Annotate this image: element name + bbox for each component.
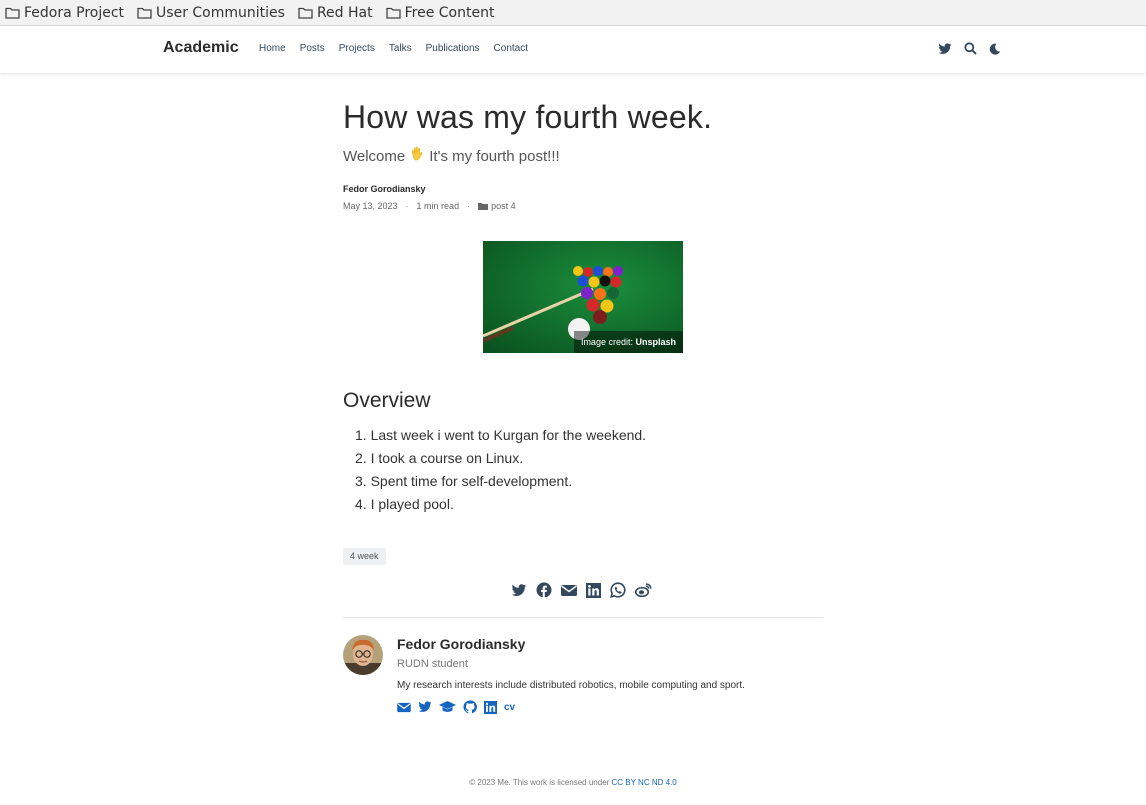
read-time: 1 min read (416, 201, 460, 212)
image-credit-source[interactable]: Unsplash (635, 337, 676, 347)
section-heading: Overview (343, 389, 431, 412)
envelope-icon[interactable] (397, 702, 411, 713)
nav-home[interactable]: Home (259, 43, 286, 54)
post-author[interactable]: Fedor Gorodiansky (343, 184, 823, 194)
graduation-cap-icon[interactable] (439, 701, 456, 713)
overview-list: 1. Last week i went to Kurgan for the we… (355, 424, 646, 516)
list-item: 2. I took a course on Linux. (355, 450, 524, 466)
nav-talks[interactable]: Talks (389, 43, 412, 54)
nav-links: Home Posts Projects Talks Publications C… (259, 43, 542, 54)
bookmark-label: User Communities (156, 4, 285, 21)
bookmark-label: Red Hat (316, 4, 373, 21)
site-footer: © 2023 Me. This work is licensed under C… (0, 778, 1146, 787)
nav-icons (938, 42, 1013, 55)
weibo-icon[interactable] (635, 583, 652, 597)
nav-contact[interactable]: Contact (494, 43, 528, 54)
linkedin-icon[interactable] (586, 582, 601, 598)
folder-icon (385, 7, 401, 19)
twitter-icon[interactable] (938, 42, 952, 55)
whatsapp-icon[interactable] (610, 582, 626, 598)
moon-icon[interactable] (989, 43, 1001, 55)
nav-projects[interactable]: Projects (339, 43, 375, 54)
share-bar (511, 582, 661, 598)
folder-icon (478, 203, 489, 211)
divider (343, 617, 823, 618)
nav-posts[interactable]: Posts (300, 43, 325, 54)
list-item: 4. I played pool. (355, 496, 454, 512)
license-link[interactable]: CC BY NC ND 4.0 (612, 778, 677, 787)
page-title: How was my fourth week. (343, 99, 713, 135)
bookmark-fedora-project[interactable]: Fedora Project (5, 5, 124, 21)
author-links: cv (397, 700, 522, 714)
author-name[interactable]: Fedor Gorodiansky (397, 636, 525, 652)
envelope-icon[interactable] (561, 584, 577, 597)
meta-separator: · (405, 201, 409, 212)
site-navbar: Academic Home Posts Projects Talks Publi… (0, 26, 1146, 73)
facebook-icon[interactable] (536, 582, 552, 598)
bookmark-user-communities[interactable]: User Communities (137, 5, 285, 21)
twitter-icon[interactable] (418, 701, 432, 713)
article-header: How was my fourth week. Welcome It's my … (343, 98, 823, 211)
twitter-icon[interactable] (511, 583, 527, 597)
meta-separator: · (467, 201, 471, 212)
folder-icon (5, 7, 20, 19)
subtitle-text-2: It's my fourth post!!! (429, 147, 560, 165)
post-tag[interactable]: 4 week (343, 548, 386, 565)
bookmark-label: Fedora Project (24, 4, 125, 21)
github-icon[interactable] (463, 700, 477, 714)
post-category[interactable]: post 4 (478, 201, 516, 211)
site-brand[interactable]: Academic (163, 39, 239, 57)
search-icon[interactable] (964, 42, 977, 55)
image-credit: Image credit: Unsplash (573, 331, 683, 353)
linkedin-icon[interactable] (484, 700, 497, 714)
footer-text: © 2023 Me. This work is licensed under (469, 778, 612, 787)
bookmarks-bar: Fedora Project User Communities Red Hat … (0, 0, 1146, 26)
article-subtitle: Welcome It's my fourth post!!! (343, 146, 823, 166)
post-meta: May 13, 2023 · 1 min read · post 4 (343, 201, 823, 211)
cv-link[interactable]: cv (504, 702, 515, 713)
bookmark-red-hat[interactable]: Red Hat (298, 5, 373, 21)
author-bio: My research interests include distribute… (397, 680, 745, 691)
folder-icon (137, 7, 152, 19)
subtitle-text: Welcome (343, 147, 406, 165)
author-role: RUDN student (397, 658, 468, 670)
avatar[interactable] (343, 635, 383, 675)
post-date: May 13, 2023 (343, 201, 398, 212)
category-label: post 4 (491, 201, 516, 212)
image-credit-label: Image credit: (580, 337, 633, 347)
nav-publications[interactable]: Publications (426, 43, 480, 54)
list-item: 1. Last week i went to Kurgan for the we… (355, 427, 647, 443)
bookmark-label: Free Content (404, 4, 495, 21)
bookmark-free-content[interactable]: Free Content (385, 4, 495, 21)
folder-icon (298, 7, 313, 19)
list-item: 3. Spent time for self-development. (355, 473, 573, 489)
featured-image: Image credit: Unsplash (483, 241, 683, 353)
waving-hand-icon (409, 146, 425, 166)
